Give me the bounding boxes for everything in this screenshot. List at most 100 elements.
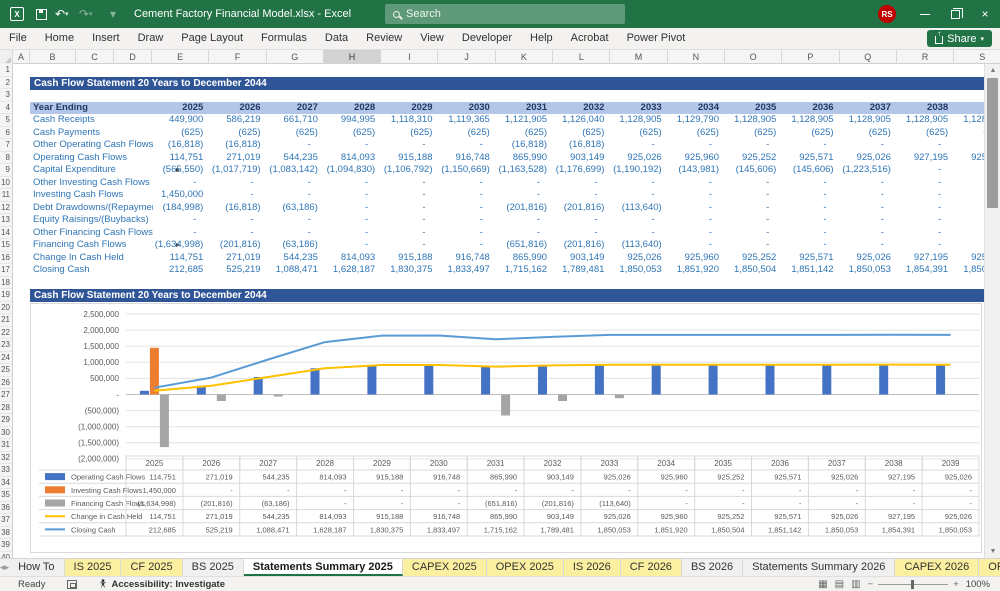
sheet-tab-bs-2025[interactable]: BS 2025 xyxy=(183,559,244,576)
column-header-B[interactable]: B xyxy=(30,50,76,64)
sheet-tab-how-to[interactable]: How To xyxy=(9,559,65,576)
cell-value[interactable]: 927,195 xyxy=(897,152,954,165)
row-header-9[interactable]: 9 xyxy=(0,164,12,177)
row-header-28[interactable]: 28 xyxy=(0,402,12,414)
row-header-15[interactable]: 15 xyxy=(0,239,12,252)
column-header-M[interactable]: M xyxy=(610,50,668,64)
cell-value[interactable]: 661,710 xyxy=(267,114,324,127)
sheet-tab-is-2025[interactable]: IS 2025 xyxy=(64,559,122,576)
cell-value[interactable]: - xyxy=(610,177,667,190)
cell-value[interactable]: 925,252 xyxy=(725,252,782,265)
share-button[interactable]: Share ▾ xyxy=(927,30,992,47)
redo-button[interactable]: ↷ ▾ xyxy=(78,3,100,25)
scroll-up-icon[interactable]: ▲ xyxy=(985,64,1000,77)
year-header-2038[interactable]: 2038 xyxy=(897,102,954,115)
cell-value[interactable]: - xyxy=(668,189,725,202)
column-header-D[interactable]: D xyxy=(114,50,152,64)
cell-value[interactable]: - xyxy=(668,202,725,215)
cell-value[interactable]: 1,450,000 xyxy=(152,189,209,202)
row-header-32[interactable]: 32 xyxy=(0,452,12,464)
cell-value[interactable]: (1,150,669) xyxy=(439,164,496,177)
cell-value[interactable]: (1,094,830) xyxy=(324,164,381,177)
cell-value[interactable]: 1,628,187 xyxy=(324,264,381,277)
select-all-corner[interactable] xyxy=(0,50,13,64)
cell-value[interactable]: 925,026 xyxy=(840,252,897,265)
cell-value[interactable]: - xyxy=(840,239,897,252)
cell-value[interactable]: 1,128,905 xyxy=(610,114,667,127)
cell-value[interactable]: - xyxy=(782,227,839,240)
row-header-37[interactable]: 37 xyxy=(0,514,12,527)
column-header-K[interactable]: K xyxy=(496,50,554,64)
cell-value[interactable]: - xyxy=(725,227,782,240)
cell-value[interactable]: - xyxy=(324,139,381,152)
cell-value[interactable]: (113,640) xyxy=(610,202,667,215)
cell-value[interactable]: (143,981) xyxy=(668,164,725,177)
sheet-tab-statements-summary-2026[interactable]: Statements Summary 2026 xyxy=(743,559,896,576)
cell-value[interactable]: 1,715,162 xyxy=(496,264,553,277)
row-label[interactable]: Closing Cash xyxy=(33,264,153,277)
sheet-grid[interactable]: 1 2 3 4 5 6 7 8 9 10 11 12 13 14 15 16 17 18 19 20 21 22 23 24 2… xyxy=(0,64,1000,558)
cell-value[interactable]: 114,751 xyxy=(152,252,209,265)
ribbon-tab-draw[interactable]: Draw xyxy=(129,28,173,49)
row-header-5[interactable]: 5 xyxy=(0,114,12,127)
cell-value[interactable]: (1,083,142) xyxy=(267,164,324,177)
sheet-tab-bs-2026[interactable]: BS 2026 xyxy=(682,559,744,576)
row-header-34[interactable]: 34 xyxy=(0,477,12,489)
column-header-S[interactable]: S xyxy=(954,50,1000,64)
sheet-tab-is-2026[interactable]: IS 2026 xyxy=(563,559,621,576)
row-header-14[interactable]: 14 xyxy=(0,227,12,239)
cell-value[interactable]: 1,119,365 xyxy=(439,114,496,127)
column-header-F[interactable]: F xyxy=(209,50,267,64)
cell-value[interactable]: - xyxy=(782,177,839,190)
column-header-C[interactable]: C xyxy=(76,50,114,64)
cell-value[interactable]: (625) xyxy=(324,127,381,140)
cell-value[interactable]: - xyxy=(668,214,725,227)
cell-value[interactable]: (625) xyxy=(840,127,897,140)
ribbon-tab-power-pivot[interactable]: Power Pivot xyxy=(618,28,695,49)
cell-value[interactable]: - xyxy=(381,177,438,190)
cell-value[interactable]: - xyxy=(897,227,954,240)
row-header-7[interactable]: 7 xyxy=(0,139,12,152)
cell-value[interactable]: (201,816) xyxy=(496,202,553,215)
ribbon-tab-home[interactable]: Home xyxy=(36,28,83,49)
year-header-2037[interactable]: 2037 xyxy=(840,102,897,115)
cell-value[interactable]: - xyxy=(381,227,438,240)
year-header-2029[interactable]: 2029 xyxy=(381,102,438,115)
row-header-36[interactable]: 36 xyxy=(0,502,12,514)
cell-value[interactable]: - xyxy=(840,214,897,227)
cell-value[interactable]: - xyxy=(840,139,897,152)
cell-value[interactable]: - xyxy=(496,189,553,202)
cell-value[interactable]: (651,816) xyxy=(496,239,553,252)
vertical-scroll-thumb[interactable] xyxy=(987,78,998,208)
cell-value[interactable]: 1,789,481 xyxy=(553,264,610,277)
undo-button[interactable]: ↶ ▾ xyxy=(54,3,76,25)
cell-value[interactable]: 925,960 xyxy=(668,152,725,165)
ribbon-tab-formulas[interactable]: Formulas xyxy=(252,28,316,49)
cell-value[interactable]: - xyxy=(668,177,725,190)
row-header-27[interactable]: 27 xyxy=(0,389,12,402)
cell-value[interactable]: - xyxy=(725,214,782,227)
cell-value[interactable]: - xyxy=(381,202,438,215)
zoom-in-icon[interactable]: + xyxy=(953,579,959,590)
cell-value[interactable]: - xyxy=(381,139,438,152)
cell-value[interactable]: - xyxy=(840,227,897,240)
cell-value[interactable]: (625) xyxy=(782,127,839,140)
cell-value[interactable]: (625) xyxy=(439,127,496,140)
cell-value[interactable]: (625) xyxy=(725,127,782,140)
row-header-31[interactable]: 31 xyxy=(0,439,12,452)
cell-value[interactable]: - xyxy=(668,139,725,152)
row-header-23[interactable]: 23 xyxy=(0,339,12,352)
year-header-2036[interactable]: 2036 xyxy=(782,102,839,115)
cell-value[interactable]: - xyxy=(324,227,381,240)
cell-value[interactable]: (1,634,998) xyxy=(152,239,209,252)
cell-value[interactable]: - xyxy=(782,139,839,152)
cell-value[interactable]: - xyxy=(324,189,381,202)
row-header-18[interactable]: 18 xyxy=(0,277,12,289)
cell-value[interactable]: - xyxy=(897,189,954,202)
cell-value[interactable]: 814,093 xyxy=(324,152,381,165)
cell-value[interactable]: (16,818) xyxy=(209,139,266,152)
cell-value[interactable]: 1,830,375 xyxy=(381,264,438,277)
cell-value[interactable]: - xyxy=(897,202,954,215)
row-label[interactable]: Financing Cash Flows xyxy=(33,239,153,252)
cell-value[interactable]: - xyxy=(152,214,209,227)
